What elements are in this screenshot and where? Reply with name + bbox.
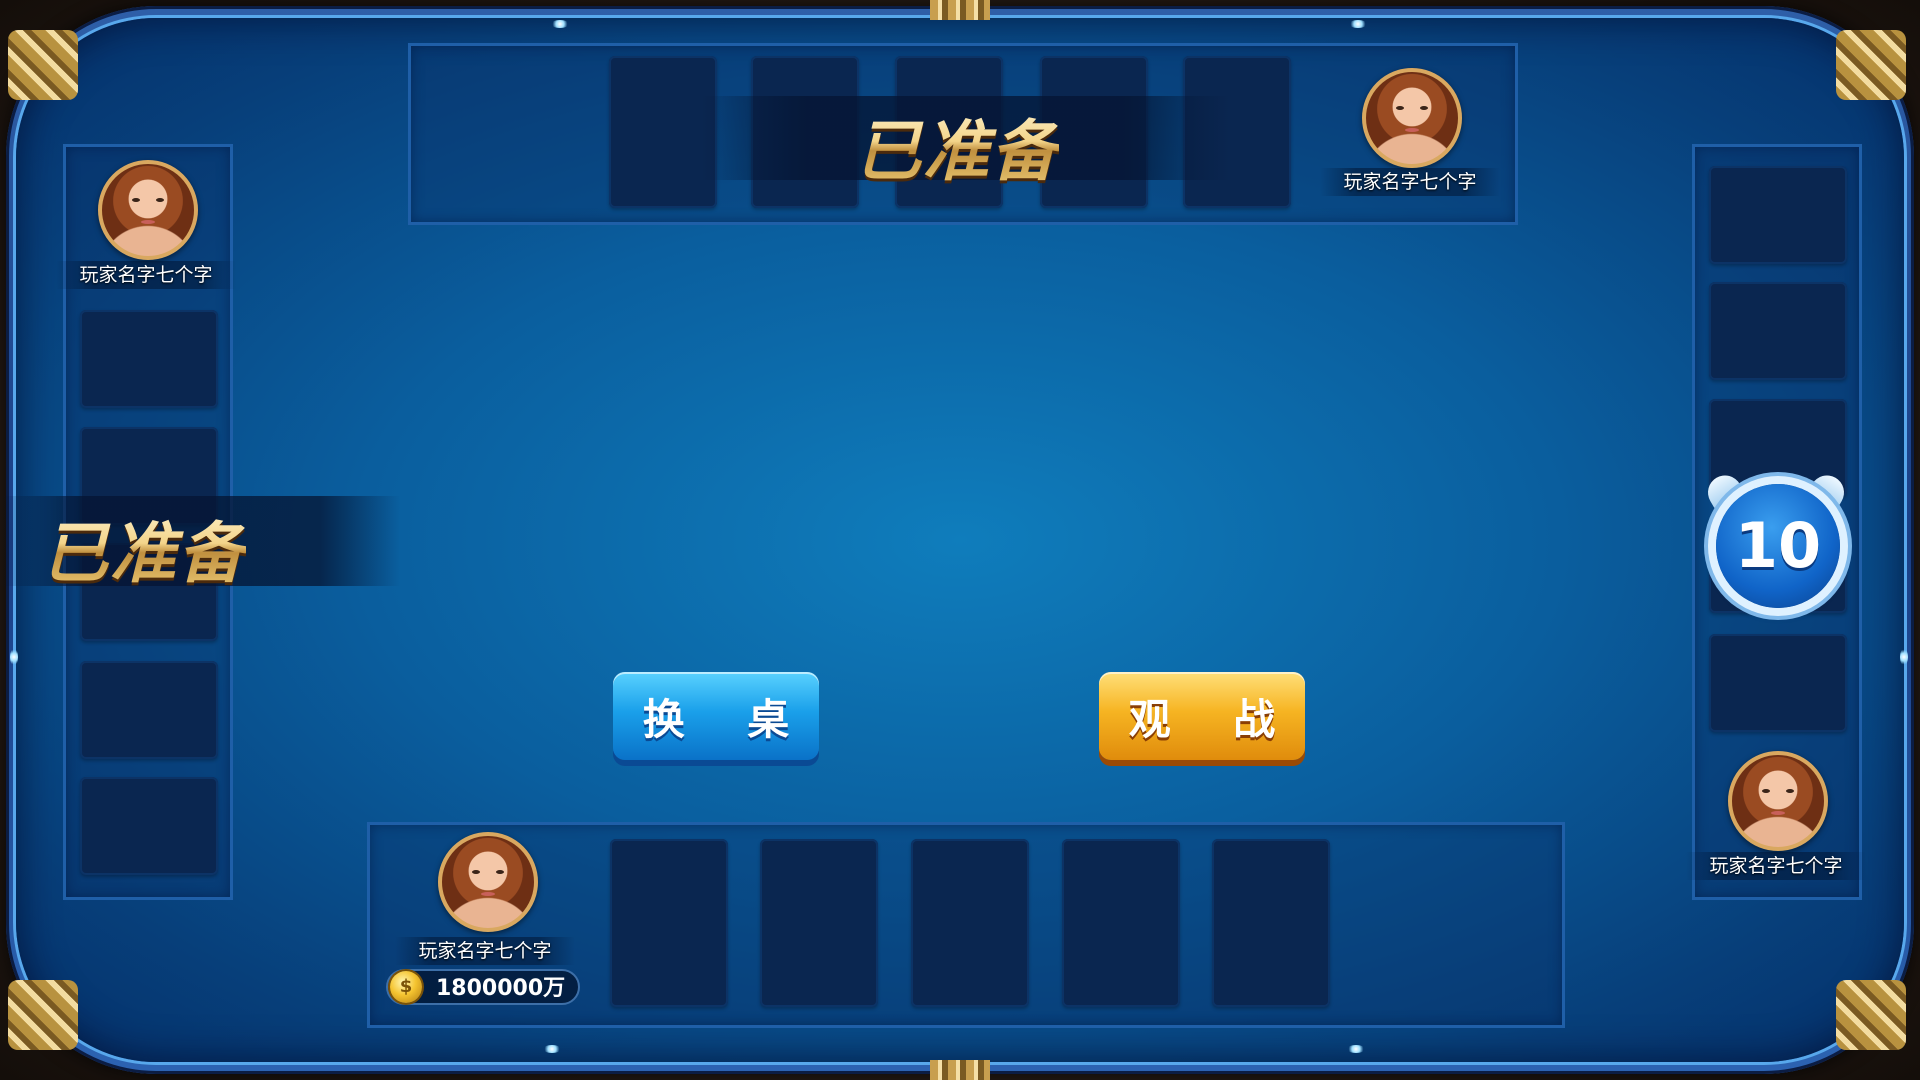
avatar-lip <box>481 892 495 896</box>
coin-icon: $ <box>390 971 422 1003</box>
spectate-button[interactable]: 观 战 <box>1099 672 1305 760</box>
top-clasp <box>930 0 990 20</box>
avatar-eye <box>1396 106 1404 110</box>
card-slot <box>760 839 878 1007</box>
card-slot <box>1709 166 1847 264</box>
self-player-name: 玩家名字七个字 <box>395 937 575 965</box>
card-slot <box>80 661 218 759</box>
avatar-lip <box>1771 811 1785 815</box>
avatar-eye <box>472 870 480 874</box>
card-slot <box>1062 839 1180 1007</box>
top-player-ready-status: 已准备 <box>855 98 1059 194</box>
edge-light <box>1900 648 1908 666</box>
edge-light <box>551 20 569 28</box>
avatar-eye <box>1786 789 1794 793</box>
edge-light <box>543 1045 561 1053</box>
avatar-eye <box>496 870 504 874</box>
coin-balance: $ 1800000万 <box>386 969 580 1005</box>
left-player-name: 玩家名字七个字 <box>56 261 236 289</box>
right-player-name: 玩家名字七个字 <box>1686 852 1866 880</box>
corner-ornament-tl <box>8 30 78 100</box>
card-slot <box>1709 282 1847 380</box>
avatar-lip <box>1405 128 1419 132</box>
card-slot <box>80 777 218 875</box>
corner-ornament-bl <box>8 980 78 1050</box>
edge-light <box>1349 20 1367 28</box>
card-slot <box>1709 634 1847 732</box>
self-player-avatar[interactable] <box>438 832 538 932</box>
card-slot <box>610 839 728 1007</box>
avatar-lip <box>141 220 155 224</box>
top-player-avatar[interactable] <box>1362 68 1462 168</box>
edge-light <box>1347 1045 1365 1053</box>
avatar-eye <box>1420 106 1428 110</box>
avatar-eye <box>156 198 164 202</box>
card-slot <box>80 310 218 408</box>
edge-light <box>10 648 18 666</box>
avatar-eye <box>132 198 140 202</box>
coin-amount: 1800000万 <box>436 976 566 1001</box>
right-player-avatar[interactable] <box>1728 751 1828 851</box>
change-table-button[interactable]: 换 桌 <box>613 672 819 760</box>
corner-ornament-tr <box>1836 30 1906 100</box>
card-slot <box>911 839 1029 1007</box>
left-player-avatar[interactable] <box>98 160 198 260</box>
left-player-ready-status: 已准备 <box>42 500 246 596</box>
bottom-clasp <box>930 1060 990 1080</box>
top-player-name: 玩家名字七个字 <box>1320 168 1500 196</box>
avatar-eye <box>1762 789 1770 793</box>
alarm-clock-icon: 10 <box>1716 484 1840 608</box>
corner-ornament-br <box>1836 980 1906 1050</box>
card-slot <box>1212 839 1330 1007</box>
